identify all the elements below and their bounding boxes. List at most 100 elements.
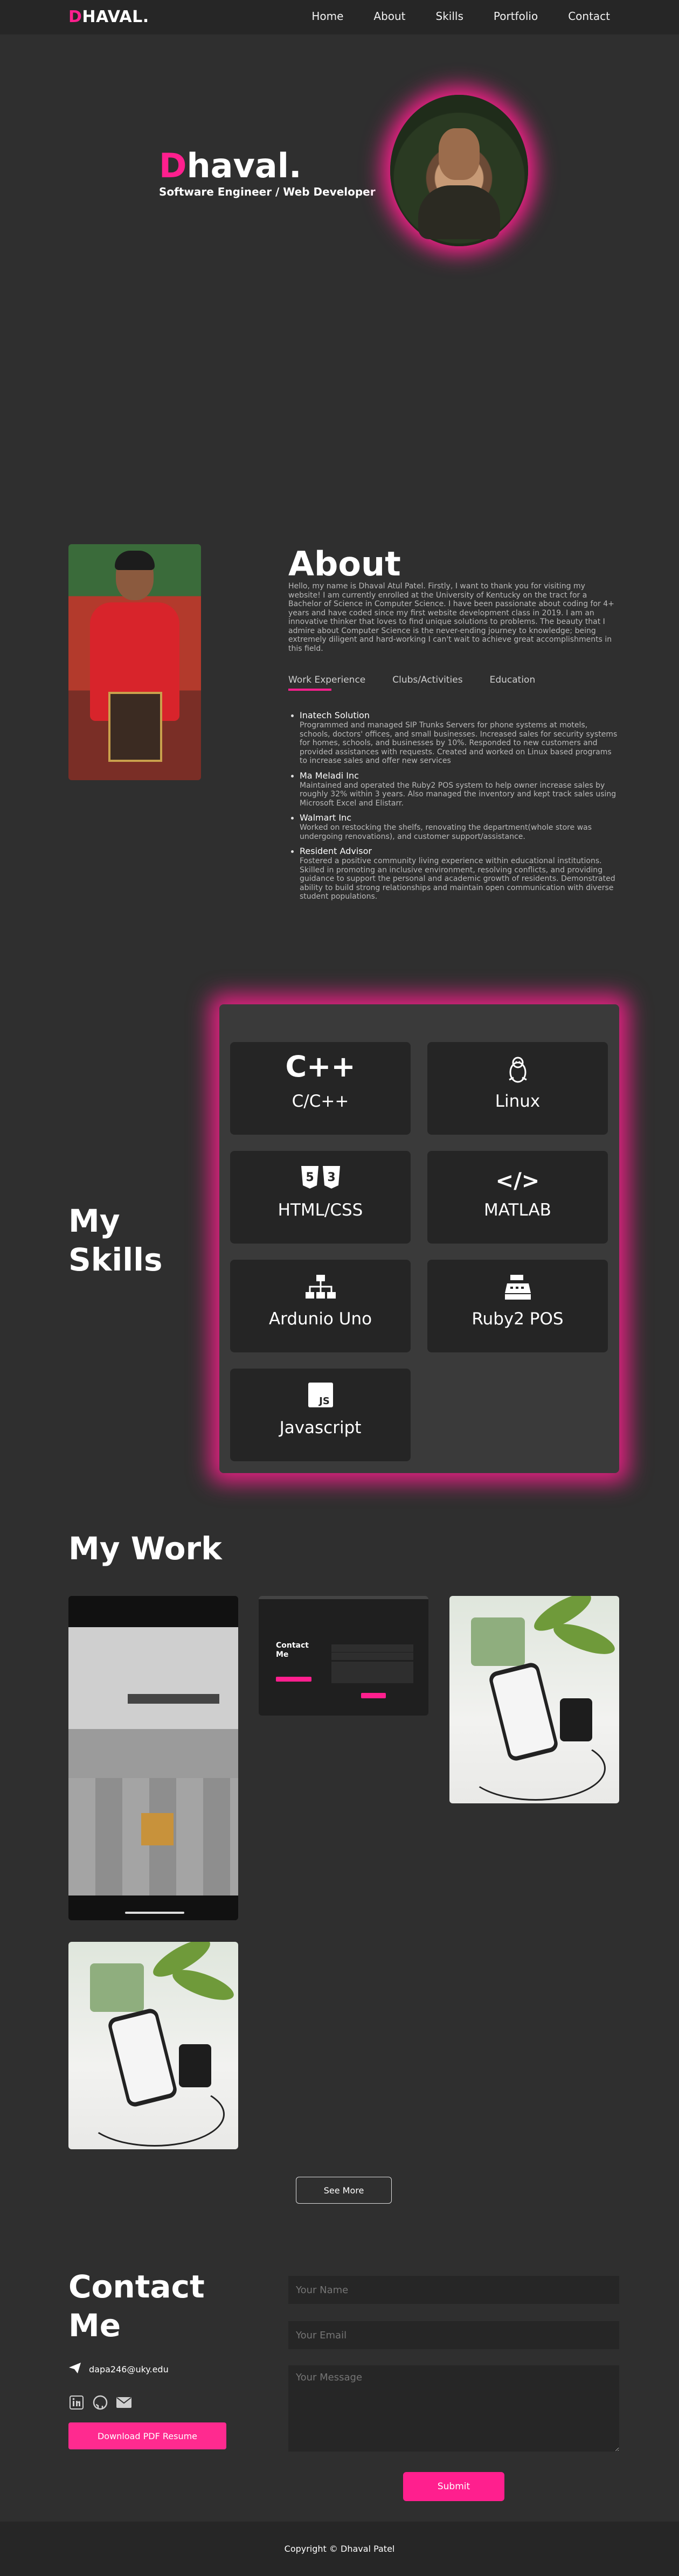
thumb-contact-line1: Contact bbox=[276, 1641, 309, 1650]
skill-label: Ruby2 POS bbox=[472, 1309, 564, 1329]
portfolio-item-video[interactable] bbox=[68, 1596, 238, 1920]
experience-desc: Fostered a positive community living exp… bbox=[300, 857, 615, 901]
svg-text:5: 5 bbox=[306, 1171, 314, 1184]
skill-label: C/C++ bbox=[292, 1092, 349, 1111]
charger-device bbox=[179, 2044, 211, 2087]
charger-device bbox=[560, 1698, 592, 1741]
nav-portfolio[interactable]: Portfolio bbox=[494, 10, 538, 23]
profile-avatar bbox=[390, 95, 528, 246]
nav-home[interactable]: Home bbox=[311, 10, 343, 23]
brand-rest: HAVAL. bbox=[82, 8, 149, 26]
plant-leaf bbox=[169, 1963, 238, 2006]
earphone-cable bbox=[466, 1736, 606, 1801]
download-resume-button[interactable]: Download PDF Resume bbox=[68, 2422, 226, 2449]
nav-skills[interactable]: Skills bbox=[436, 10, 463, 23]
avatar-face bbox=[439, 128, 480, 180]
skill-label: HTML/CSS bbox=[278, 1200, 363, 1220]
portfolio-item-contact-page[interactable]: Contact Me bbox=[259, 1596, 428, 1716]
tab-work-experience[interactable]: Work Experience bbox=[288, 675, 365, 685]
github-icon[interactable] bbox=[92, 2394, 108, 2411]
main-nav: Home About Skills Portfolio Contact bbox=[311, 10, 610, 23]
linux-tux-icon bbox=[427, 1056, 608, 1092]
network-sitemap-icon bbox=[230, 1274, 411, 1310]
earphone-cable bbox=[85, 2082, 225, 2147]
js-glyph: JS bbox=[318, 1395, 330, 1407]
list-item: Resident Advisor Fostered a positive comm… bbox=[290, 846, 620, 901]
message-textarea[interactable] bbox=[288, 2365, 619, 2452]
about-photo bbox=[68, 544, 201, 780]
video-table bbox=[128, 1694, 219, 1704]
skill-label: MATLAB bbox=[484, 1200, 551, 1220]
contact-heading-line2: Me bbox=[68, 2307, 121, 2344]
contact-heading: Contact Me bbox=[68, 2267, 241, 2345]
contact-heading-line1: Contact bbox=[68, 2268, 205, 2305]
code-brackets-icon: </> bbox=[495, 1169, 540, 1193]
brand-initial: D bbox=[68, 8, 82, 26]
experience-list: Inatech Solution Programmed and managed S… bbox=[290, 710, 620, 906]
thumb-navbar bbox=[259, 1596, 428, 1599]
paper-plane-icon bbox=[68, 2362, 81, 2376]
work-heading: My Work bbox=[68, 1530, 222, 1567]
video-progress-bar[interactable] bbox=[125, 1912, 184, 1914]
list-item: Ma Meladi Inc Maintained and operated the… bbox=[290, 770, 620, 808]
skill-card-cpp: C++ C/C++ bbox=[230, 1042, 411, 1135]
list-item: Walmart Inc Worked on restocking the shel… bbox=[290, 813, 620, 841]
hero-name-initial: D bbox=[159, 146, 187, 185]
hero-name: Dhaval. bbox=[159, 149, 302, 183]
nav-contact[interactable]: Contact bbox=[568, 10, 610, 23]
mail-icon[interactable] bbox=[116, 2394, 132, 2411]
cpp-icon: C++ bbox=[285, 1050, 356, 1084]
experience-title: Ma Meladi Inc bbox=[300, 770, 359, 781]
experience-desc: Maintained and operated the Ruby2 POS sy… bbox=[300, 781, 616, 808]
portfolio-item-phone-app-2[interactable] bbox=[68, 1942, 238, 2149]
thumb-contact-heading: Contact Me bbox=[276, 1641, 309, 1660]
email-input[interactable] bbox=[288, 2321, 619, 2349]
thumb-name-field bbox=[331, 1644, 413, 1652]
skills-heading: My Skills bbox=[68, 1202, 187, 1279]
photo-plaque bbox=[108, 692, 162, 762]
about-bio: Hello, my name is Dhaval Atul Patel. Fir… bbox=[288, 582, 614, 653]
avatar-shirt bbox=[418, 185, 500, 239]
video-scene bbox=[68, 1627, 238, 1895]
active-tab-underline bbox=[288, 689, 331, 691]
skill-label: Javascript bbox=[279, 1418, 362, 1438]
about-heading: About bbox=[288, 544, 401, 584]
svg-text:3: 3 bbox=[327, 1171, 335, 1184]
social-links bbox=[68, 2394, 132, 2411]
hero-name-rest: haval. bbox=[186, 146, 302, 185]
footer: Copyright © Dhaval Patel bbox=[0, 2522, 679, 2576]
portfolio-item-phone-app[interactable] bbox=[449, 1596, 619, 1803]
name-input[interactable] bbox=[288, 2276, 619, 2304]
skills-heading-line1: My bbox=[68, 1203, 120, 1239]
tab-clubs-activities[interactable]: Clubs/Activities bbox=[392, 675, 462, 685]
skill-card-javascript: JS Javascript bbox=[230, 1369, 411, 1461]
submit-button[interactable]: Submit bbox=[403, 2472, 504, 2501]
thumb-submit-button bbox=[361, 1693, 386, 1698]
experience-title: Walmart Inc bbox=[300, 813, 352, 823]
experience-desc: Programmed and managed SIP Trunks Server… bbox=[300, 721, 618, 765]
javascript-js-icon: JS bbox=[230, 1383, 411, 1417]
plant-pot bbox=[90, 1963, 144, 2012]
contact-email[interactable]: dapa246@uky.edu bbox=[89, 2364, 169, 2374]
thumb-contact-line2: Me bbox=[276, 1650, 289, 1659]
thumb-download-button bbox=[276, 1677, 311, 1682]
skills-panel: C++ C/C++ Linux 53 HTML/CSS </> MATLAB A… bbox=[219, 1004, 619, 1473]
brand-logo[interactable]: DHAVAL. bbox=[68, 8, 149, 26]
html5-css3-icon: 53 bbox=[230, 1165, 411, 1200]
list-item: Inatech Solution Programmed and managed S… bbox=[290, 710, 620, 766]
skill-card-ruby2-pos: Ruby2 POS bbox=[427, 1260, 608, 1352]
contact-email-row: dapa246@uky.edu bbox=[68, 2362, 169, 2376]
about-tabs: Work Experience Clubs/Activities Educati… bbox=[288, 675, 535, 685]
thumb-email-field bbox=[331, 1652, 413, 1660]
experience-desc: Worked on restocking the shelfs, renovat… bbox=[300, 823, 592, 841]
hero-subtitle: Software Engineer / Web Developer bbox=[159, 185, 376, 198]
tab-education[interactable]: Education bbox=[490, 675, 536, 685]
nav-about[interactable]: About bbox=[373, 10, 405, 23]
top-navbar: DHAVAL. Home About Skills Portfolio Cont… bbox=[0, 0, 679, 34]
skills-heading-line2: Skills bbox=[68, 1241, 163, 1278]
video-box bbox=[141, 1813, 174, 1845]
linkedin-icon[interactable] bbox=[68, 2394, 85, 2411]
skill-card-matlab: </> MATLAB bbox=[427, 1151, 608, 1244]
see-more-button[interactable]: See More bbox=[296, 2177, 392, 2204]
skill-label: Ardunio Uno bbox=[268, 1309, 372, 1329]
